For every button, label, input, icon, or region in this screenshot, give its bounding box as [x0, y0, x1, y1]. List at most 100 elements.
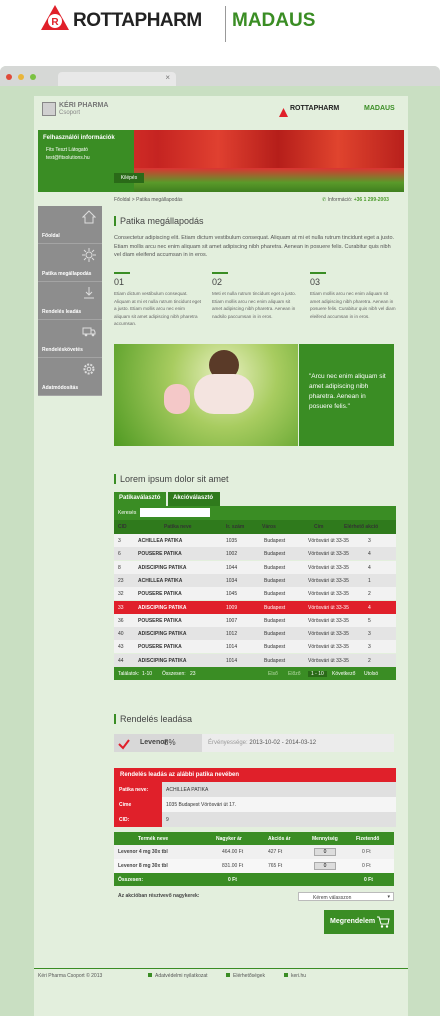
table-cell: 1034 — [226, 577, 238, 584]
table-cell: 1012 — [226, 631, 238, 638]
sidebar-item-data[interactable]: Adatmódosítás — [38, 358, 102, 396]
item-header-pay: Fizetendő — [356, 836, 380, 842]
item-header-promo: Akciós ár — [268, 836, 291, 842]
prev-page-button[interactable]: Előző — [288, 671, 301, 677]
product-card[interactable]: Levenor 8% — [114, 734, 202, 752]
table-cell: 3 — [368, 631, 371, 638]
header-madaus: MADAUS — [364, 105, 395, 112]
range-label: Találatok: — [118, 671, 140, 677]
close-dot[interactable] — [6, 74, 12, 80]
item-pay: 0 Ft — [362, 863, 371, 869]
first-page-button[interactable]: Első — [268, 671, 278, 677]
minimize-dot[interactable] — [18, 74, 24, 80]
top-brand-bar: R ROTTAPHARM MADAUS — [0, 0, 440, 50]
item-row: Levenor 4 mg 30x tbl 464.00 Ft 427 Ft 0 … — [114, 845, 394, 859]
table-row[interactable]: 36 POUSERE PATIKA 1007 Budapest Vörösvári út… — [114, 613, 396, 627]
page-content: KÉRI PHARMA Csoport ROTTAPHARM MADAUS Fe… — [34, 96, 408, 1016]
table-cell: Budapest — [264, 577, 286, 584]
sidebar-item-label: Patika megállapodás — [42, 271, 92, 277]
browser-tab[interactable]: × — [58, 72, 176, 86]
wholesaler-select[interactable]: Kérem válasszon ▾ — [298, 892, 394, 901]
sidebar-item-label: Rendelés leadás — [42, 309, 82, 315]
sidebar-item-order[interactable]: Rendelés leadás — [38, 282, 102, 320]
footer-copy: Kéri Pharma Csoport © 2013 — [38, 973, 103, 979]
table-cell: 2 — [368, 657, 371, 664]
footer-link-privacy[interactable]: Adatvédelmi nyilatkozat — [148, 973, 208, 979]
tab-pharmacy-selector[interactable]: Patikaválasztó — [114, 492, 166, 506]
info-phone: +36 1 299-2003 — [353, 197, 389, 203]
item-header-qty: Mennyiség — [312, 836, 338, 842]
table-cell: Budapest — [264, 538, 286, 544]
sun-icon — [82, 248, 96, 262]
total-label: Összesen: — [162, 671, 186, 677]
home-icon — [81, 210, 97, 224]
footer-link-keri[interactable]: keri.hu — [284, 973, 306, 979]
wholesaler-label: Az akcióban résztvevő nagykerek: — [118, 893, 200, 899]
header-address[interactable]: Cím — [314, 524, 323, 530]
qty-input[interactable] — [314, 862, 336, 870]
lorem-title-marker — [114, 474, 116, 484]
table-cell: Vörösvári út 33-35 — [308, 564, 349, 571]
table-cell: Budapest — [264, 631, 286, 638]
order-title-marker — [114, 714, 116, 724]
footer-link-label: keri.hu — [291, 973, 307, 979]
pharmacy-cid-value: 9 — [162, 812, 396, 827]
user-panel: Felhasználói információk Fits Teszt Láto… — [38, 130, 144, 192]
column-2: 02 Meti et nulla rutrum tincidunt eget a… — [212, 272, 300, 320]
table-cell: 5 — [368, 617, 371, 624]
table-row[interactable]: 40 ADISCIPING PATIKA 1012 Budapest Vörösvári… — [114, 627, 396, 641]
table-row[interactable]: 43 POUSERE PATIKA 1014 Budapest Vörösvári út… — [114, 640, 396, 654]
table-cell: 1007 — [226, 617, 238, 624]
header-zip[interactable]: Ir. szám — [226, 524, 244, 530]
header-city[interactable]: Város — [262, 524, 276, 530]
table-cell: 8 — [118, 564, 121, 571]
table-row[interactable]: 44 ADISCIPING PATIKA 1014 Budapest Vörösvári… — [114, 653, 396, 667]
table-cell: POUSERE PATIKA — [138, 644, 182, 651]
table-row[interactable]: 3 ACHILLEA PATIKA 1035 Budapest Vörösvári út… — [114, 534, 396, 547]
footer-link-contact[interactable]: Elérhetőségek — [226, 973, 265, 979]
search-label: Keresés — [118, 510, 137, 516]
breadcrumb-home[interactable]: Főoldal — [114, 197, 130, 203]
rottapharm-wordmark: ROTTAPHARM — [73, 10, 202, 31]
table-cell: ADISCIPING PATIKA — [138, 604, 187, 611]
table-row[interactable]: 6 POUSERE PATIKA 1002 Budapest Vörösvári út … — [114, 547, 396, 561]
tab-promo-selector[interactable]: Akcióválasztó — [168, 492, 220, 506]
table-row[interactable]: 33 ADISCIPING PATIKA 1009 Budapest Vörösvári… — [114, 600, 396, 614]
next-page-button[interactable]: Következő — [332, 671, 355, 677]
header-cid[interactable]: CID — [118, 524, 127, 530]
table-cell: POUSERE PATIKA — [138, 617, 182, 624]
sidebar-item-agreement[interactable]: Patika megállapodás — [38, 244, 102, 282]
validity-box: Érvényessége: 2013-10-02 - 2014-03-12 — [202, 734, 394, 752]
table-cell: Budapest — [264, 564, 286, 571]
pharmacy-cid-label: CID: — [119, 817, 130, 823]
table-row[interactable]: 23 ACHILLEA PATIKA 1034 Budapest Vörösvári ú… — [114, 573, 396, 587]
order-submit-button[interactable]: Megrendelem — [324, 910, 394, 934]
order-red-header: Rendelés leadás az alábbi patika nevében — [114, 768, 396, 782]
header-name[interactable]: Patika neve — [164, 524, 192, 530]
search-input[interactable] — [140, 508, 210, 517]
item-wholesale: 464.00 Ft — [222, 849, 244, 855]
table-cell: Budapest — [264, 617, 286, 624]
sidebar-item-label: Adatmódosítás — [42, 385, 79, 391]
logout-button[interactable]: Kilépés — [114, 173, 144, 183]
item-row: Levenor 8 mg 30x tbl 831.00 Ft 765 Ft 0 … — [114, 859, 394, 873]
qty-input[interactable] — [314, 848, 336, 856]
table-row[interactable]: 8 ADISCIPING PATIKA 1044 Budapest Vörösvári … — [114, 560, 396, 574]
maximize-dot[interactable] — [30, 74, 36, 80]
user-panel-title: Felhasználói információk — [43, 135, 115, 141]
item-header-name: Termék neve — [138, 836, 169, 842]
breadcrumb-current: Patika megállapodás — [136, 197, 183, 203]
table-row[interactable]: 32 POUSERE PATIKA 1045 Budapest Vörösvári út… — [114, 587, 396, 601]
table-cell: Vörösvári út 33-35 — [308, 657, 349, 664]
item-wholesale: 831.00 Ft — [222, 863, 244, 869]
sidebar-item-home[interactable]: Főoldal — [38, 206, 102, 244]
last-page-button[interactable]: Utolsó — [364, 671, 378, 677]
table-cell: 36 — [118, 617, 124, 624]
header-promo[interactable]: Elérhető akció — [344, 524, 378, 530]
table-cell: 44 — [118, 657, 124, 664]
tab-close-icon[interactable]: × — [165, 73, 170, 82]
sidebar-item-tracking[interactable]: Rendeléskövetés — [38, 320, 102, 358]
footer-link-label: Elérhetőségek — [233, 973, 265, 979]
title-marker — [114, 216, 116, 226]
table-cell: 1002 — [226, 551, 238, 558]
